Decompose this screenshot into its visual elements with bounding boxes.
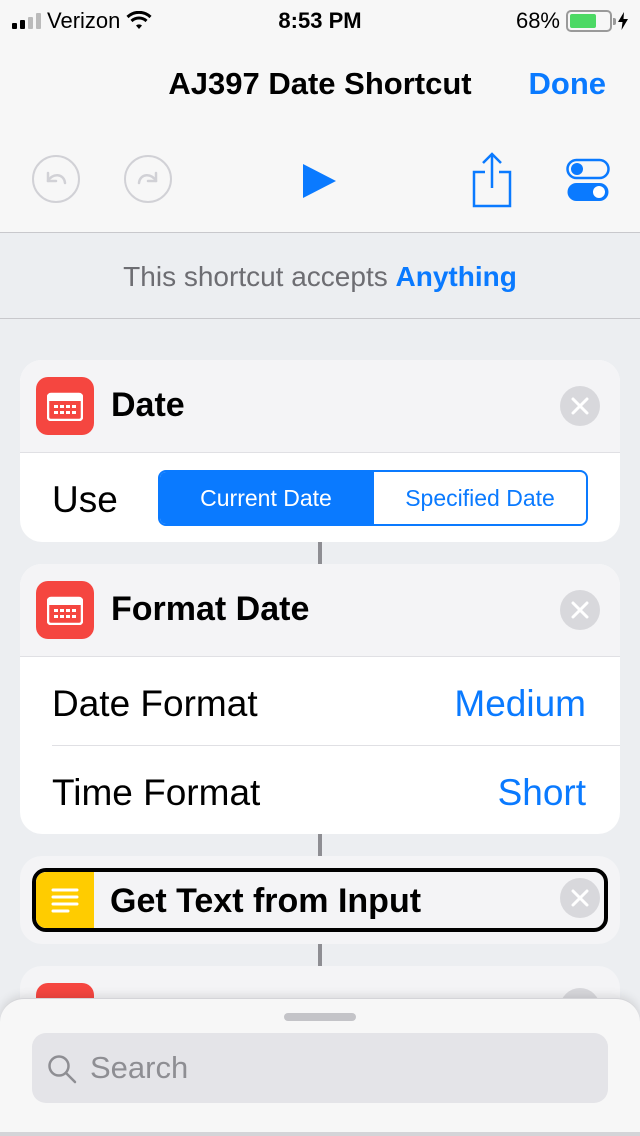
selected-action-outline: Get Text from Input [32,868,608,932]
date-source-segmented-control[interactable]: Current Date Specified Date [158,470,588,526]
remove-action-button[interactable] [560,590,600,630]
action-connector [318,944,322,966]
calendar-icon [36,377,94,435]
redo-button[interactable] [124,155,172,203]
action-title: Format Date [111,590,310,628]
action-card-date[interactable]: Date Use Current Date Specified Date [20,360,620,542]
remove-action-button[interactable] [560,878,600,918]
battery-group: 68% [516,8,628,34]
close-icon [571,397,589,415]
date-format-value[interactable]: Medium [454,683,586,725]
undo-button[interactable] [32,155,80,203]
remove-action-button[interactable] [560,386,600,426]
status-bar: Verizon 8:53 PM 68% [0,0,640,40]
navigation-bar: AJ397 Date Shortcut Done [0,40,640,130]
settings-toggles-icon [566,158,610,201]
run-button[interactable] [300,162,338,205]
action-card-get-text[interactable]: Get Text from Input [20,856,620,944]
charging-bolt-icon [618,12,628,30]
date-format-label: Date Format [52,683,258,724]
action-title: Get Text from Input [110,882,422,920]
segment-current-date[interactable]: Current Date [160,472,372,524]
time-format-label: Time Format [52,772,261,813]
editor-toolbar [0,130,640,233]
play-icon [303,164,336,198]
close-icon [571,889,589,907]
battery-icon [566,10,616,32]
action-connector [318,542,322,564]
use-row: Use Current Date Specified Date [20,452,620,541]
search-icon [48,1055,77,1084]
action-title: Date [111,386,185,424]
redo-icon [137,171,158,185]
actions-drawer[interactable] [0,998,640,1136]
time-format-row[interactable]: Time Format Short [52,745,620,834]
settings-button[interactable] [566,158,610,209]
calendar-icon [36,581,94,639]
segment-specified-date[interactable]: Specified Date [372,472,586,524]
text-lines-icon [36,872,94,928]
share-icon [472,152,512,208]
drawer-grabber[interactable] [284,1013,356,1021]
input-type-bar: This shortcut accepts Anything [0,234,640,319]
action-header: Format Date [20,564,620,656]
search-field[interactable] [32,1033,608,1103]
action-connector [318,834,322,856]
close-icon [571,601,589,619]
search-input[interactable] [90,1045,590,1091]
action-header: Date [20,360,620,452]
date-format-row[interactable]: Date Format Medium [20,656,620,745]
battery-percent: 68% [515,8,560,33]
done-button[interactable]: Done [529,66,607,102]
accepts-label: This shortcut accepts [123,261,388,292]
action-card-format-date[interactable]: Format Date Date Format Medium Time Form… [20,564,620,834]
time-format-value[interactable]: Short [498,772,586,814]
share-button[interactable] [470,152,514,213]
undo-icon [46,171,67,185]
accepts-value-link[interactable]: Anything [396,261,517,292]
use-label: Use [52,479,118,520]
drawer-divider [0,1132,640,1136]
